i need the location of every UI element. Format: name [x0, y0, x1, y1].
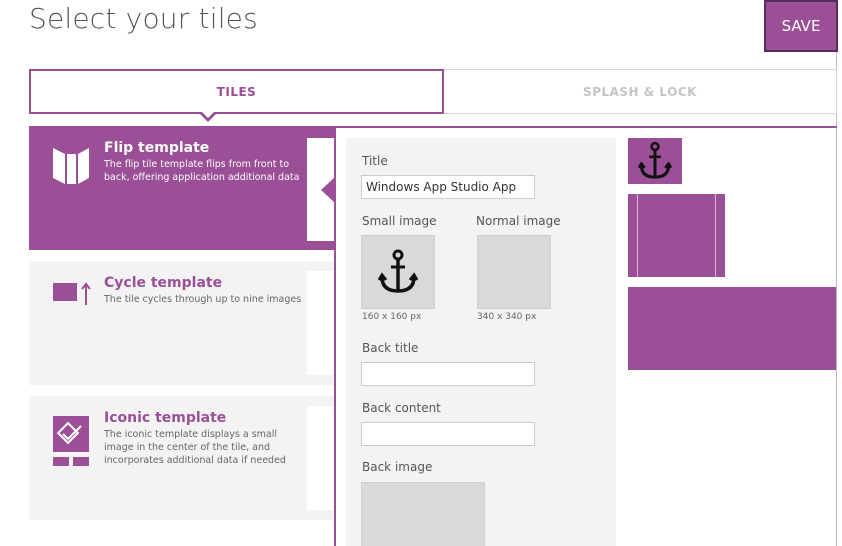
- small-tile-preview: [628, 138, 682, 184]
- active-tab-caret: [198, 110, 218, 122]
- template-name: Iconic template: [104, 410, 227, 426]
- template-description: The flip tile template flips from front …: [104, 159, 300, 183]
- template-description: The iconic template displays a small ima…: [104, 429, 286, 466]
- back-content-label: Back content: [362, 401, 441, 415]
- normal-image-label: Normal image: [476, 214, 561, 228]
- back-image-picker[interactable]: [361, 482, 485, 546]
- wide-tile-preview: [628, 287, 836, 370]
- iconic-tile-icon: [51, 416, 91, 468]
- editor-border-top: [335, 126, 837, 128]
- cycle-tile-icon: [51, 281, 95, 307]
- tile-editor-panel: Title Small image 160 x 160 px Normal im…: [346, 138, 616, 546]
- selected-template-pointer: [321, 177, 335, 203]
- anchor-icon: [378, 249, 418, 295]
- tab-tiles[interactable]: TILES: [29, 69, 444, 114]
- template-item-iconic[interactable]: Iconic template The iconic template disp…: [29, 396, 335, 520]
- medium-tile-preview: [628, 194, 725, 277]
- small-image-size: 160 x 160 px: [362, 312, 422, 322]
- title-input[interactable]: [361, 175, 535, 199]
- back-content-input[interactable]: [361, 422, 535, 446]
- save-button[interactable]: SAVE: [764, 0, 838, 52]
- title-label: Title: [362, 154, 388, 168]
- back-title-input[interactable]: [361, 362, 535, 386]
- template-name: Flip template: [104, 140, 210, 156]
- tab-splash-lock[interactable]: SPLASH & LOCK: [444, 69, 837, 114]
- template-name: Cycle template: [104, 275, 223, 291]
- normal-image-picker[interactable]: [477, 235, 551, 309]
- small-image-picker[interactable]: [361, 235, 435, 309]
- template-item-cycle[interactable]: Cycle template The tile cycles through u…: [29, 261, 335, 385]
- back-image-label: Back image: [362, 460, 433, 474]
- template-notch: [307, 406, 335, 510]
- small-image-label: Small image: [362, 214, 437, 228]
- flip-edge-line: [715, 194, 716, 277]
- flip-edge-line: [637, 194, 638, 277]
- anchor-icon: [638, 141, 672, 181]
- back-title-label: Back title: [362, 341, 419, 355]
- page-title: Select your tiles: [29, 2, 258, 35]
- template-notch: [307, 271, 335, 375]
- template-item-flip[interactable]: Flip template The flip tile template fli…: [29, 126, 335, 250]
- normal-image-size: 340 x 340 px: [477, 312, 537, 322]
- template-description: The tile cycles through up to nine image…: [104, 294, 302, 305]
- flip-tile-icon: [51, 146, 91, 186]
- editor-border-left: [334, 126, 336, 546]
- tab-bar: TILES SPLASH & LOCK: [29, 69, 837, 114]
